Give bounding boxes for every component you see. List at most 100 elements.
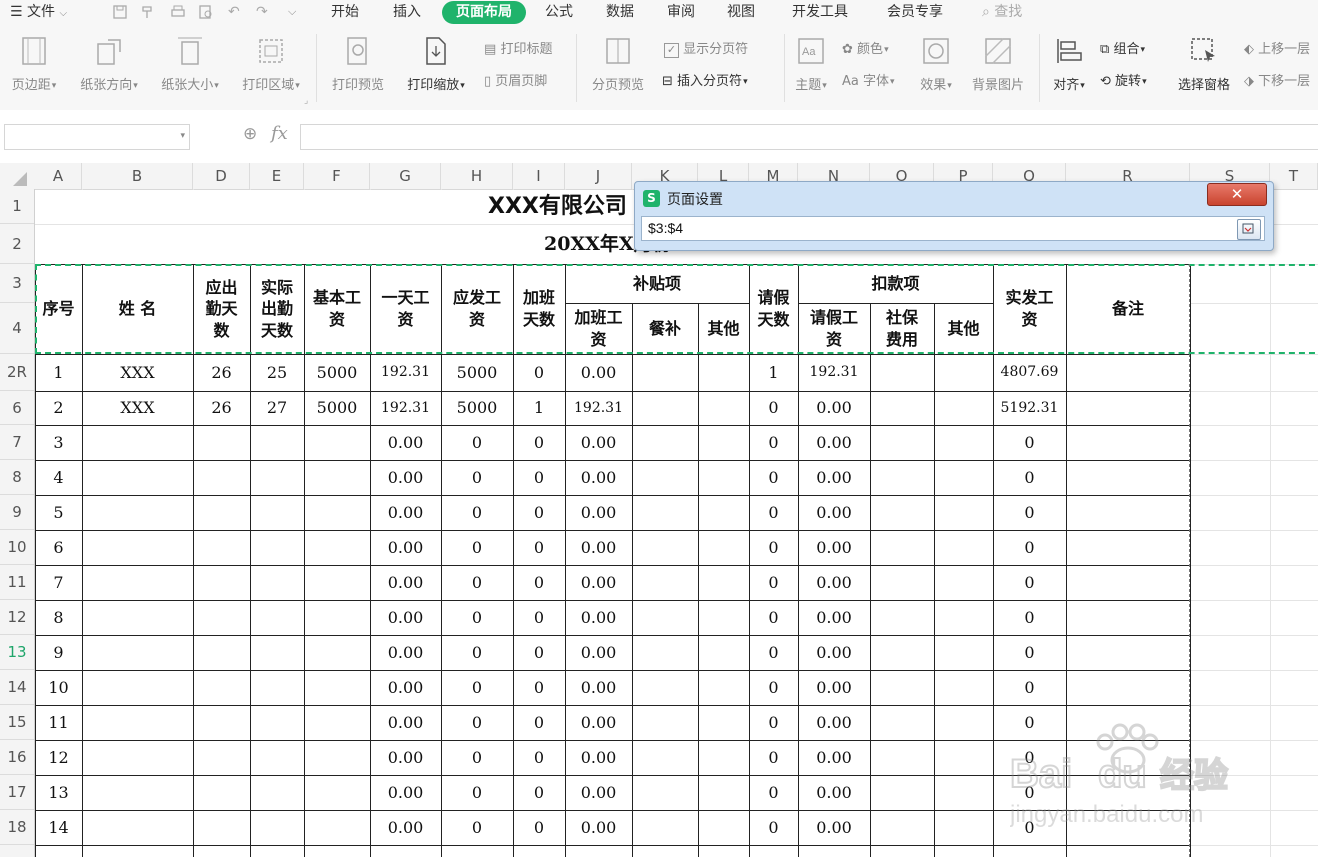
table-cell[interactable] [250,425,304,460]
table-cell[interactable]: 0 [513,530,565,565]
table-cell[interactable] [304,635,370,670]
column-header-t[interactable]: T [1270,163,1318,189]
table-cell[interactable] [304,740,370,775]
table-cell[interactable] [1066,460,1190,495]
table-cell[interactable] [82,670,193,705]
table-cell[interactable]: 0.00 [798,565,870,600]
row-header-2r[interactable]: 2R [0,354,34,391]
row-header-15[interactable]: 15 [0,705,34,740]
customize-toolbar-icon[interactable]: ⌵ [288,0,296,26]
effects-button[interactable]: 效果▾ [912,36,960,93]
table-cell[interactable] [870,740,934,775]
print-icon[interactable] [170,4,186,20]
table-cell[interactable]: 0 [749,670,798,705]
table-cell[interactable] [632,460,698,495]
table-cell[interactable] [304,600,370,635]
table-cell[interactable]: 0 [513,705,565,740]
search-box[interactable]: ⌕ 查找 [982,0,1022,26]
table-cell[interactable]: 3 [35,425,82,460]
row-header-6[interactable]: 6 [0,391,34,425]
table-cell[interactable] [304,530,370,565]
table-cell[interactable] [1066,530,1190,565]
table-cell[interactable] [82,530,193,565]
table-cell[interactable]: 0 [441,460,513,495]
table-cell[interactable]: 0.00 [798,670,870,705]
orientation-button[interactable]: 纸张方向▾ [73,36,145,93]
table-cell[interactable] [250,670,304,705]
row-header-2[interactable]: 2 [0,224,34,264]
file-menu[interactable]: ☰ 文件 ⌵ [10,0,67,26]
table-cell[interactable]: 0.00 [798,775,870,810]
table-cell[interactable]: 0 [749,460,798,495]
table-cell[interactable]: 192.31 [370,354,441,391]
send-backward-button[interactable]: ⬗ 下移一层 [1244,72,1310,92]
table-cell[interactable]: 0.00 [370,460,441,495]
table-cell[interactable] [304,775,370,810]
table-cell[interactable] [1066,600,1190,635]
table-cell[interactable] [870,810,934,845]
table-cell[interactable]: 0.00 [798,705,870,740]
print-titles-button[interactable]: ▤ 打印标题 [484,40,552,60]
table-cell[interactable] [934,600,993,635]
dialog-launcher-icon[interactable]: ⌟ [304,96,308,106]
table-cell[interactable] [250,705,304,740]
table-cell[interactable] [934,391,993,425]
row-header-4[interactable]: 4 [0,303,34,354]
group-button[interactable]: ⧉ 组合▾ [1100,40,1145,60]
table-cell[interactable] [193,600,250,635]
table-cell[interactable] [632,391,698,425]
table-cell[interactable] [82,740,193,775]
row-header-17[interactable]: 17 [0,775,34,810]
table-cell[interactable] [82,775,193,810]
rotate-button[interactable]: ⟲ 旋转▾ [1100,72,1147,92]
name-box[interactable]: ▾ [4,124,190,150]
table-cell[interactable]: 0 [441,565,513,600]
table-cell[interactable] [632,530,698,565]
table-cell[interactable] [934,530,993,565]
paper-size-button[interactable]: 纸张大小▾ [154,36,226,93]
table-cell[interactable] [82,810,193,845]
table-cell[interactable] [934,670,993,705]
table-cell[interactable]: 0.00 [370,425,441,460]
table-cell[interactable]: 0 [749,600,798,635]
format-painter-icon[interactable] [140,4,156,20]
table-cell[interactable] [1066,670,1190,705]
range-input[interactable]: $3:$4 [641,216,1265,241]
column-header-a[interactable]: A [35,163,82,189]
table-cell[interactable] [82,565,193,600]
table-cell[interactable] [698,705,749,740]
row-header-1[interactable]: 1 [0,189,34,224]
table-cell[interactable] [193,670,250,705]
table-cell[interactable] [82,425,193,460]
table-cell[interactable]: 8 [35,600,82,635]
table-cell[interactable]: 25 [250,354,304,391]
table-cell[interactable] [1066,391,1190,425]
table-cell[interactable] [304,705,370,740]
table-cell[interactable]: 2 [35,391,82,425]
table-cell[interactable]: 0 [749,635,798,670]
table-cell[interactable]: 0 [993,425,1066,460]
table-cell[interactable]: 0.00 [565,810,632,845]
table-cell[interactable] [632,495,698,530]
align-button[interactable]: 对齐▾ [1046,36,1092,93]
table-cell[interactable] [698,530,749,565]
table-cell[interactable] [193,740,250,775]
table-cell[interactable] [870,705,934,740]
table-cell[interactable] [193,460,250,495]
table-cell[interactable]: 4807.69 [993,354,1066,391]
table-cell[interactable]: 5192.31 [993,391,1066,425]
table-cell[interactable] [632,354,698,391]
table-cell[interactable] [632,425,698,460]
table-cell[interactable] [698,565,749,600]
column-header-i[interactable]: I [513,163,565,189]
header-footer-button[interactable]: ▯ 页眉页脚 [484,72,547,92]
table-cell[interactable] [193,530,250,565]
table-cell[interactable] [304,460,370,495]
table-cell[interactable] [698,740,749,775]
column-header-h[interactable]: H [441,163,513,189]
table-cell[interactable] [934,425,993,460]
tab-insert[interactable]: 插入 [393,0,421,26]
table-cell[interactable] [632,775,698,810]
table-cell[interactable]: 0 [749,775,798,810]
table-cell[interactable] [870,425,934,460]
